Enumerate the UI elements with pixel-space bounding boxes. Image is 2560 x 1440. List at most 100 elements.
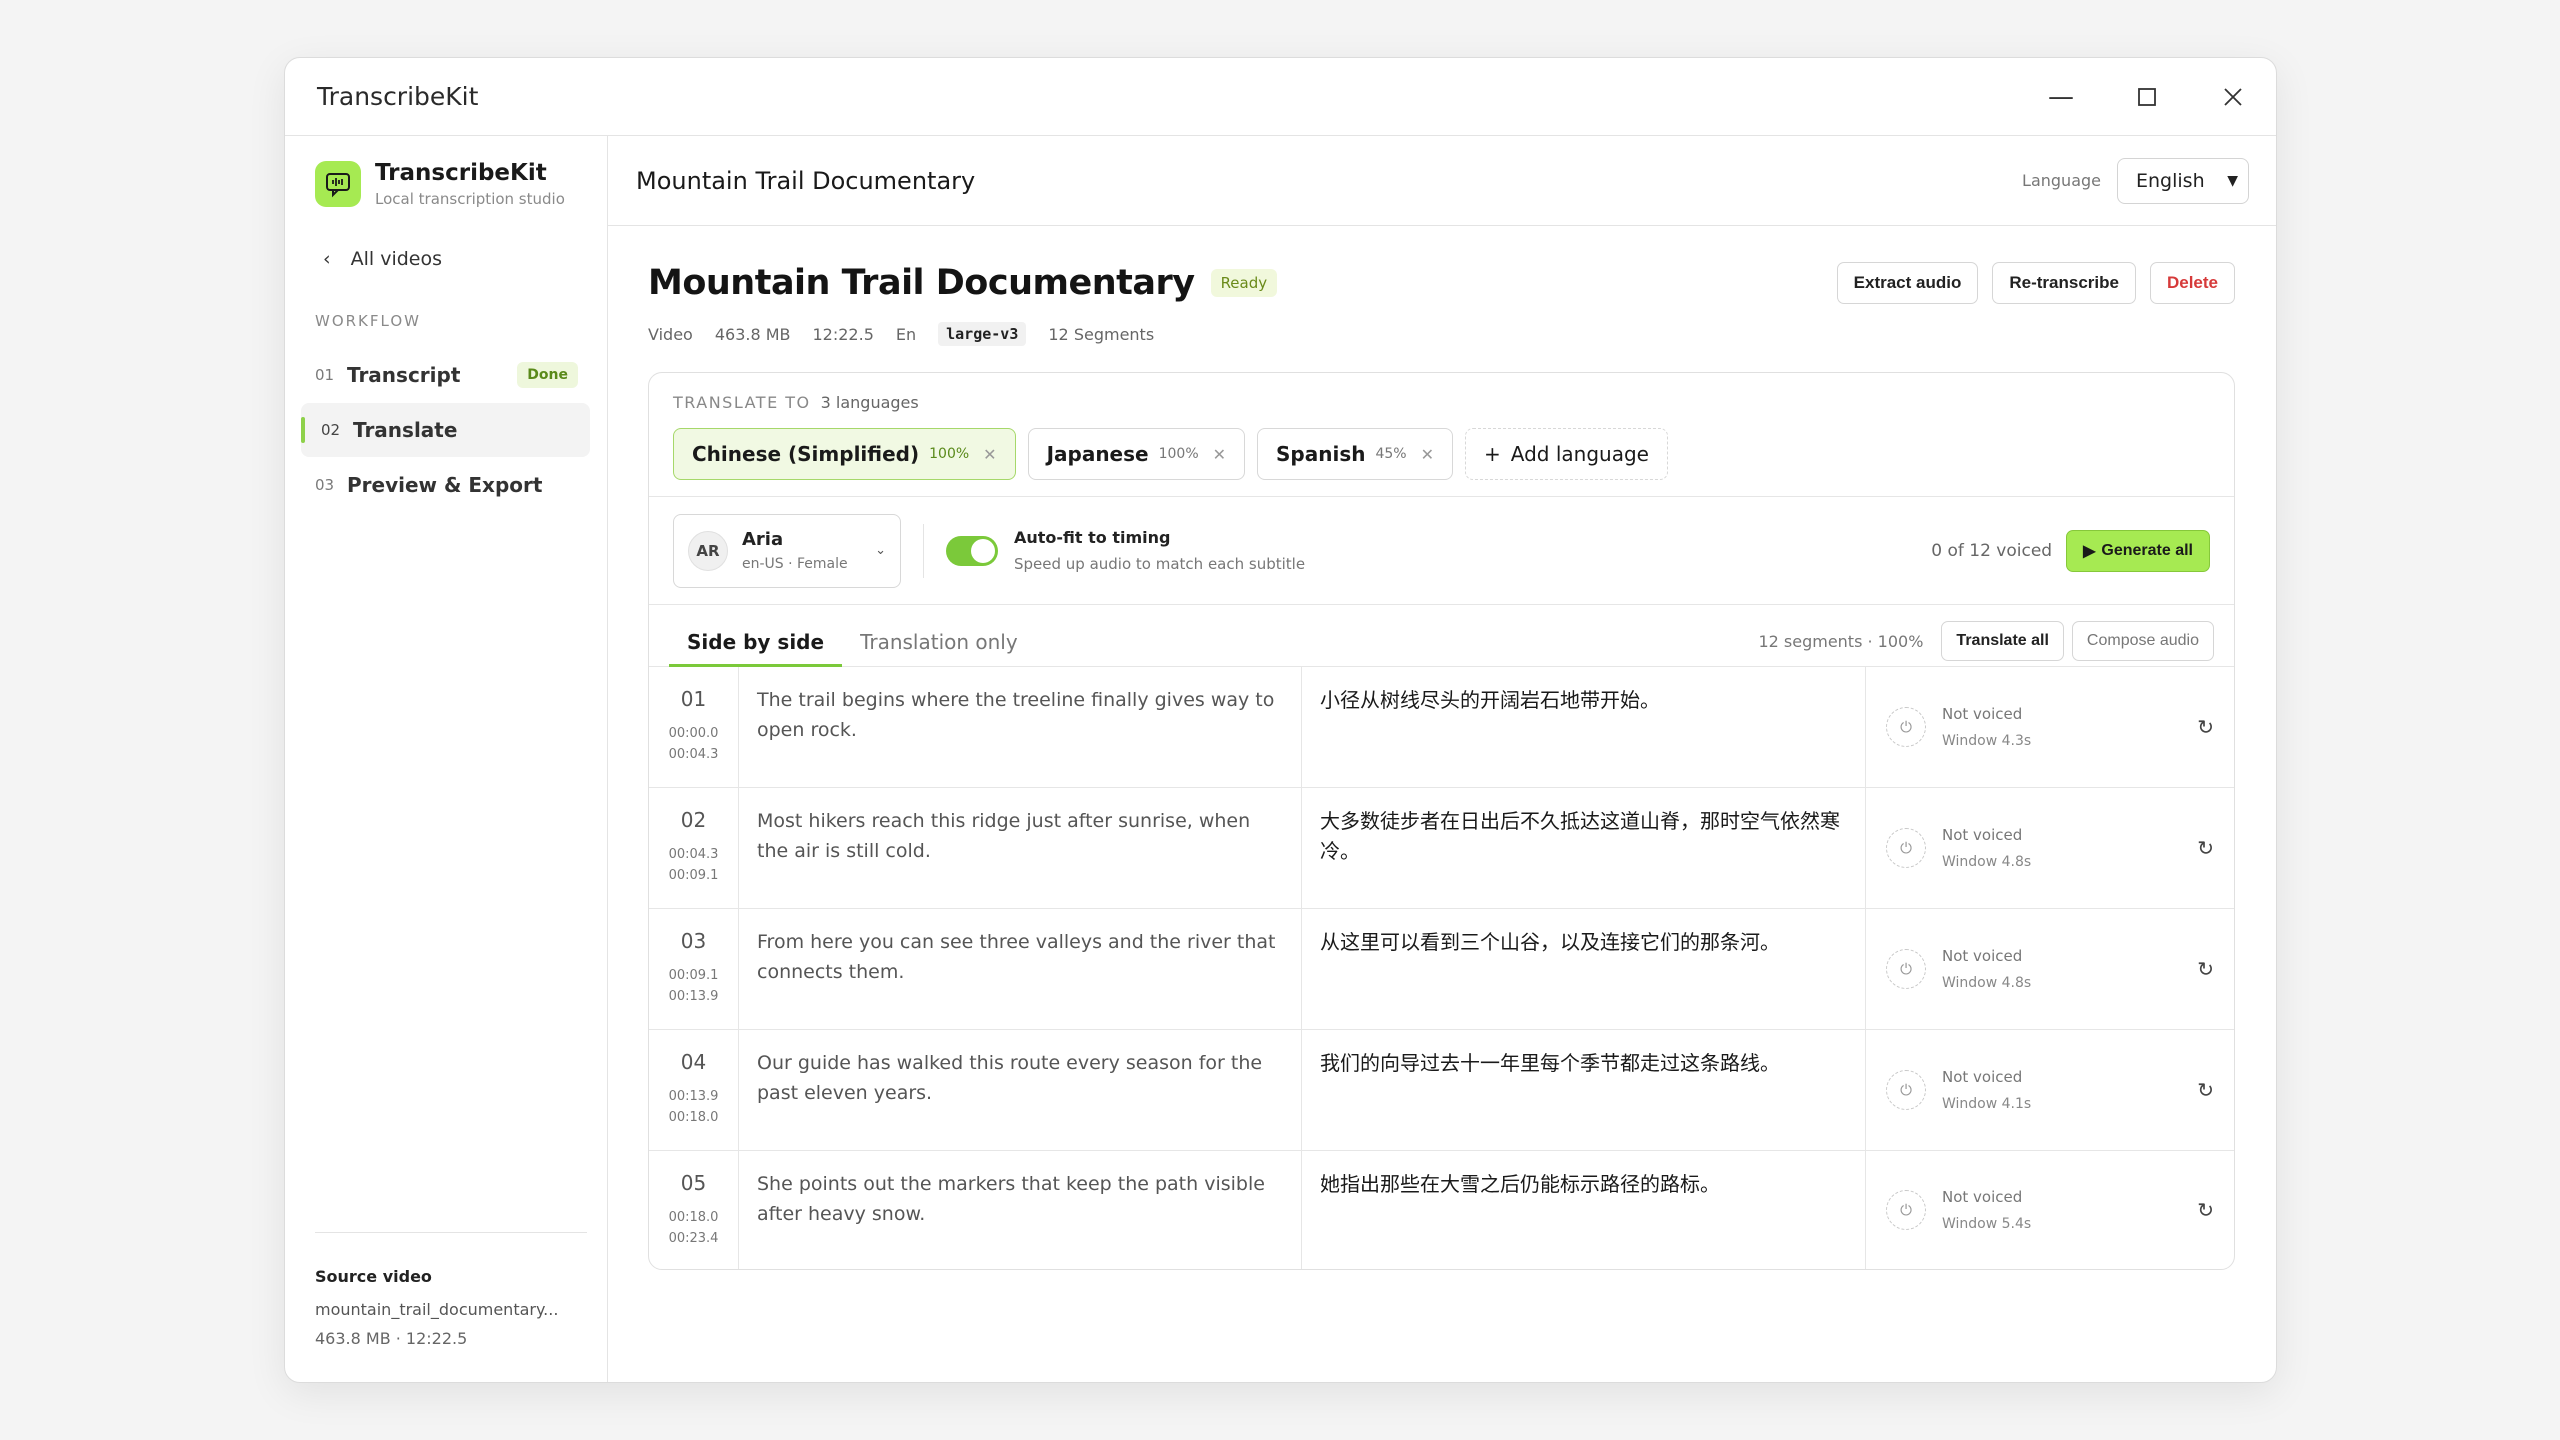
voice-status: Not voiced [1942, 1068, 2023, 1086]
back-to-videos-link[interactable]: ‹ All videos [315, 248, 589, 270]
tab-translation-only[interactable]: Translation only [842, 630, 1036, 666]
segment-start: 00:09.1 [668, 968, 719, 983]
segment-start: 00:18.0 [668, 1210, 719, 1225]
chip-progress: 45% [1375, 446, 1407, 462]
translation-text[interactable]: 大多数徒步者在日出后不久抵达这道山脊，那时空气依然寒冷。 [1302, 788, 1866, 908]
topbar-title: Mountain Trail Documentary [636, 166, 976, 195]
power-icon[interactable]: ⏻ [1886, 1190, 1926, 1230]
regenerate-icon[interactable]: ↻ [2197, 1078, 2214, 1102]
close-button[interactable] [2190, 58, 2276, 135]
close-icon [2224, 87, 2242, 106]
voice-window: Window 4.8s [1942, 975, 2032, 991]
sidebar-item-transcript[interactable]: 01 Transcript Done [301, 348, 590, 402]
maximize-button[interactable] [2104, 58, 2190, 135]
step-label: Preview & Export [347, 473, 543, 497]
compose-audio-button[interactable]: Compose audio [2071, 621, 2214, 661]
translate-to-section: TRANSLATE TO 3 languages Chinese (Simplif… [649, 373, 2234, 497]
segment-start: 00:04.3 [668, 847, 719, 862]
table-row[interactable]: 01 00:00.0 00:04.3 The trail begins where … [649, 667, 2234, 788]
autofit-title: Auto-fit to timing [1014, 528, 1171, 547]
step-number: 01 [315, 366, 335, 384]
voice-meta: en-US · Female [742, 556, 848, 572]
language-value: English [2136, 169, 2205, 192]
autofit-subtitle: Speed up audio to match each subtitle [1014, 555, 1306, 573]
divider [923, 523, 924, 578]
chevron-down-icon: ⌄ [875, 543, 886, 558]
voice-window: Window 5.4s [1942, 1216, 2032, 1232]
generate-label: Generate all [2101, 541, 2193, 559]
window-title: TranscribeKit [317, 82, 479, 111]
voice-picker[interactable]: AR Aria en-US · Female ⌄ [673, 513, 901, 588]
remove-icon[interactable]: ✕ [1421, 445, 1434, 464]
remove-icon[interactable]: ✕ [1213, 445, 1226, 464]
step-number: 03 [315, 476, 335, 494]
segment-number: 01 [680, 687, 707, 711]
regenerate-icon[interactable]: ↻ [2197, 1198, 2214, 1222]
segment-number: 05 [680, 1171, 707, 1195]
regenerate-icon[interactable]: ↻ [2197, 836, 2214, 860]
brand-logo-icon [315, 161, 361, 207]
table-row[interactable]: 05 00:18.0 00:23.4 She points out the mark… [649, 1151, 2234, 1269]
avatar: AR [688, 530, 728, 571]
regenerate-icon[interactable]: ↻ [2197, 715, 2214, 739]
source-meta: 463.8 MB · 12:22.5 [315, 1329, 468, 1348]
top-bar: Mountain Trail Documentary Language Engl… [608, 136, 2276, 226]
window-controls: — [2018, 58, 2276, 135]
regenerate-icon[interactable]: ↻ [2197, 957, 2214, 981]
translation-text[interactable]: 她指出那些在大雪之后仍能标示路径的路标。 [1302, 1151, 1866, 1269]
power-icon[interactable]: ⏻ [1886, 828, 1926, 868]
title-bar: TranscribeKit — [285, 58, 2276, 136]
power-icon[interactable]: ⏻ [1886, 1070, 1926, 1110]
video-meta: Video 463.8 MB 12:22.5 En large-v3 12 Se… [648, 322, 2235, 346]
extract-audio-button[interactable]: Extract audio [1836, 262, 1979, 304]
translation-text[interactable]: 我们的向导过去十一年里每个季节都走过这条路线。 [1302, 1030, 1866, 1150]
language-chip-japanese[interactable]: Japanese 100% ✕ [1027, 428, 1246, 480]
chip-name: Spanish [1276, 442, 1366, 466]
sidebar: TranscribeKit Local transcription studio… [285, 136, 608, 1382]
table-row[interactable]: 02 00:04.3 00:09.1 Most hikers reach this … [649, 788, 2234, 909]
sidebar-item-translate[interactable]: 02 Translate [301, 403, 590, 457]
language-chip-chinese[interactable]: Chinese (Simplified) 100% ✕ [673, 428, 1016, 480]
voice-window: Window 4.8s [1942, 854, 2032, 870]
segment-start: 00:13.9 [668, 1089, 719, 1104]
brand: TranscribeKit Local transcription studio [315, 160, 589, 208]
step-label: Translate [353, 418, 458, 442]
chevron-left-icon: ‹ [323, 248, 331, 270]
source-text: She points out the markers that keep the… [739, 1151, 1302, 1269]
brand-subtitle: Local transcription studio [375, 190, 565, 208]
remove-icon[interactable]: ✕ [983, 445, 996, 464]
translation-text[interactable]: 小径从树线尽头的开阔岩石地带开始。 [1302, 667, 1866, 787]
segment-end: 00:23.4 [668, 1231, 719, 1246]
language-chip-spanish[interactable]: Spanish 45% ✕ [1257, 428, 1454, 480]
table-row[interactable]: 04 00:13.9 00:18.0 Our guide has walked th… [649, 1030, 2234, 1151]
add-language-button[interactable]: + Add language [1465, 428, 1668, 480]
meta-type: Video [648, 324, 693, 344]
translate-all-button[interactable]: Translate all [1941, 621, 2064, 661]
delete-button[interactable]: Delete [2149, 262, 2235, 304]
main-area: Mountain Trail Documentary Language Engl… [608, 136, 2276, 1382]
autofit-toggle[interactable] [946, 535, 998, 566]
voice-window: Window 4.1s [1942, 1096, 2032, 1112]
segment-number: 04 [680, 1050, 707, 1074]
voice-status: Not voiced [1942, 705, 2023, 723]
power-icon[interactable]: ⏻ [1886, 949, 1926, 989]
language-select[interactable]: English ▼ [2117, 157, 2249, 204]
segment-end: 00:04.3 [668, 747, 719, 762]
sidebar-item-preview-export[interactable]: 03 Preview & Export [301, 458, 590, 512]
segment-end: 00:09.1 [668, 868, 719, 883]
back-label: All videos [350, 248, 443, 270]
minimize-button[interactable]: — [2018, 58, 2104, 135]
power-icon[interactable]: ⏻ [1886, 707, 1926, 747]
segment-list: 01 00:00.0 00:04.3 The trail begins where … [649, 667, 2234, 1269]
retranscribe-button[interactable]: Re-transcribe [1992, 262, 2136, 304]
maximize-icon [2138, 87, 2156, 106]
source-text: From here you can see three valleys and … [739, 909, 1302, 1029]
generate-all-button[interactable]: ▶ Generate all [2066, 529, 2210, 572]
chip-progress: 100% [1158, 446, 1199, 462]
voice-status: Not voiced [1942, 1188, 2023, 1206]
translation-text[interactable]: 从这里可以看到三个山谷，以及连接它们的那条河。 [1302, 909, 1866, 1029]
step-number: 02 [321, 421, 341, 439]
table-row[interactable]: 03 00:09.1 00:13.9 From here you can see t… [649, 909, 2234, 1030]
meta-model: large-v3 [938, 322, 1027, 346]
tab-side-by-side[interactable]: Side by side [669, 630, 843, 667]
